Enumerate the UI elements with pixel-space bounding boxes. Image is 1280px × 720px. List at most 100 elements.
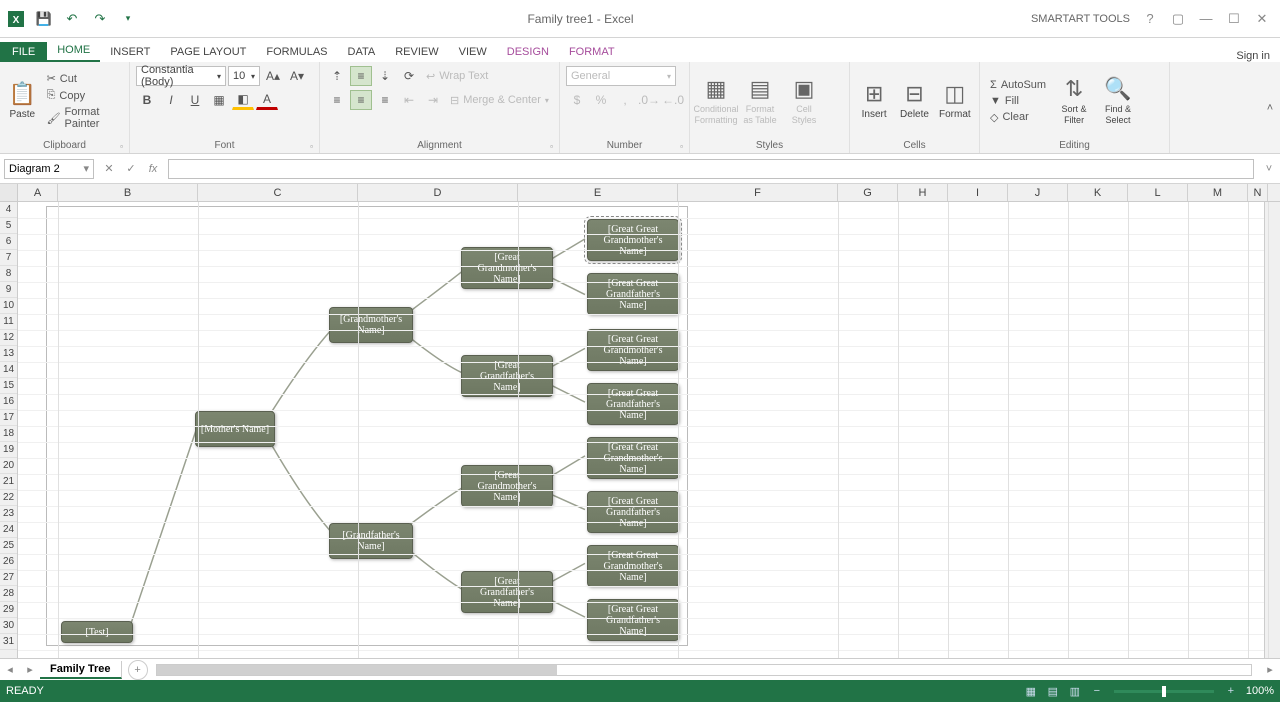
conditional-formatting-button[interactable]: ▦Conditional Formatting <box>696 76 736 126</box>
row-header-9[interactable]: 9 <box>0 282 17 298</box>
column-header-A[interactable]: A <box>18 184 58 201</box>
row-header-31[interactable]: 31 <box>0 634 17 650</box>
undo-icon[interactable]: ↶ <box>60 7 84 31</box>
zoom-level[interactable]: 100% <box>1246 685 1274 697</box>
sheet-nav-prev[interactable]: ◂ <box>0 663 20 676</box>
tab-format[interactable]: FORMAT <box>559 42 625 62</box>
row-header-6[interactable]: 6 <box>0 234 17 250</box>
bold-button[interactable]: B <box>136 90 158 110</box>
row-header-26[interactable]: 26 <box>0 554 17 570</box>
column-header-I[interactable]: I <box>948 184 1008 201</box>
fx-icon[interactable]: fx <box>142 158 164 180</box>
font-launcher-icon[interactable]: ▫ <box>310 142 313 151</box>
row-header-10[interactable]: 10 <box>0 298 17 314</box>
autosum-button[interactable]: ΣAutoSum <box>986 78 1050 92</box>
clipboard-launcher-icon[interactable]: ▫ <box>120 142 123 151</box>
column-header-C[interactable]: C <box>198 184 358 201</box>
page-break-view-button[interactable]: ▥ <box>1064 682 1086 700</box>
column-header-K[interactable]: K <box>1068 184 1128 201</box>
column-header-D[interactable]: D <box>358 184 518 201</box>
row-header-15[interactable]: 15 <box>0 378 17 394</box>
row-header-28[interactable]: 28 <box>0 586 17 602</box>
orientation-button[interactable]: ⟳ <box>398 66 420 86</box>
add-sheet-button[interactable]: + <box>128 660 148 680</box>
zoom-out-button[interactable]: − <box>1086 682 1108 700</box>
tree-node-gggf2[interactable]: [Great Great Grandfather's Name] <box>587 383 679 425</box>
tab-formulas[interactable]: FORMULAS <box>256 42 337 62</box>
tab-review[interactable]: REVIEW <box>385 42 448 62</box>
sheet-nav-next[interactable]: ▸ <box>20 663 40 676</box>
row-header-21[interactable]: 21 <box>0 474 17 490</box>
clear-button[interactable]: ◇Clear <box>986 110 1050 125</box>
find-select-button[interactable]: 🔍Find & Select <box>1098 76 1138 126</box>
column-header-L[interactable]: L <box>1128 184 1188 201</box>
column-header-N[interactable]: N <box>1248 184 1268 201</box>
collapse-ribbon-button[interactable]: ˄ <box>1260 62 1280 153</box>
confirm-edit-icon[interactable]: ✓ <box>120 158 142 180</box>
format-painter-button[interactable]: 🖌Format Painter <box>43 105 123 131</box>
select-all-button[interactable] <box>0 184 18 201</box>
column-header-M[interactable]: M <box>1188 184 1248 201</box>
row-header-11[interactable]: 11 <box>0 314 17 330</box>
row-header-27[interactable]: 27 <box>0 570 17 586</box>
row-header-25[interactable]: 25 <box>0 538 17 554</box>
alignment-launcher-icon[interactable]: ▫ <box>550 142 553 151</box>
row-header-7[interactable]: 7 <box>0 250 17 266</box>
row-header-24[interactable]: 24 <box>0 522 17 538</box>
percent-format-button[interactable]: % <box>590 90 612 110</box>
cell-styles-button[interactable]: ▣Cell Styles <box>784 76 824 126</box>
align-left-button[interactable]: ≡ <box>326 90 348 110</box>
align-bottom-button[interactable]: ⇣ <box>374 66 396 86</box>
comma-format-button[interactable]: , <box>614 90 636 110</box>
font-size-combo[interactable]: 10▾ <box>228 66 260 86</box>
tab-data[interactable]: DATA <box>338 42 386 62</box>
column-header-B[interactable]: B <box>58 184 198 201</box>
tree-node-test[interactable]: [Test] <box>61 621 133 643</box>
accounting-format-button[interactable]: $ <box>566 90 588 110</box>
font-name-combo[interactable]: Constantia (Body)▾ <box>136 66 226 86</box>
border-button[interactable]: ▦ <box>208 90 230 110</box>
minimize-icon[interactable]: — <box>1196 9 1216 29</box>
delete-cells-button[interactable]: ⊟Delete <box>896 81 932 121</box>
zoom-in-button[interactable]: + <box>1220 682 1242 700</box>
insert-cells-button[interactable]: ⊞Insert <box>856 81 892 121</box>
qat-customize-icon[interactable]: ▾ <box>116 7 140 31</box>
wrap-text-button[interactable]: ↩Wrap Text <box>422 69 492 84</box>
sign-in-link[interactable]: Sign in <box>1236 50 1280 62</box>
cut-button[interactable]: ✂Cut <box>43 71 123 86</box>
row-header-4[interactable]: 4 <box>0 202 17 218</box>
tab-home[interactable]: HOME <box>47 40 100 62</box>
decrease-font-icon[interactable]: A▾ <box>286 66 308 86</box>
row-header-30[interactable]: 30 <box>0 618 17 634</box>
font-color-button[interactable]: A <box>256 90 278 110</box>
row-header-5[interactable]: 5 <box>0 218 17 234</box>
tree-node-gggf1[interactable]: [Great Great Grandfather's Name] <box>587 273 679 315</box>
column-header-H[interactable]: H <box>898 184 948 201</box>
column-header-G[interactable]: G <box>838 184 898 201</box>
zoom-slider[interactable] <box>1114 690 1214 693</box>
merge-center-button[interactable]: ⊟Merge & Center▾ <box>446 93 553 108</box>
tab-insert[interactable]: INSERT <box>100 42 160 62</box>
normal-view-button[interactable]: ▦ <box>1020 682 1042 700</box>
increase-indent-button[interactable]: ⇥ <box>422 90 444 110</box>
help-icon[interactable]: ? <box>1140 9 1160 29</box>
decrease-decimal-button[interactable]: ←.0 <box>662 90 684 110</box>
row-header-20[interactable]: 20 <box>0 458 17 474</box>
name-box[interactable]: Diagram 2▾ <box>4 159 94 179</box>
fill-button[interactable]: ▼Fill <box>986 94 1050 108</box>
tab-pagelayout[interactable]: PAGE LAYOUT <box>160 42 256 62</box>
row-header-22[interactable]: 22 <box>0 490 17 506</box>
tree-node-gggm2[interactable]: [Great Great Grandmother's Name] <box>587 329 679 371</box>
tab-file[interactable]: FILE <box>0 42 47 62</box>
page-layout-view-button[interactable]: ▤ <box>1042 682 1064 700</box>
increase-font-icon[interactable]: A▴ <box>262 66 284 86</box>
namebox-dropdown-icon[interactable]: ▾ <box>83 162 89 175</box>
increase-decimal-button[interactable]: .0→ <box>638 90 660 110</box>
row-header-17[interactable]: 17 <box>0 410 17 426</box>
copy-button[interactable]: ⎘Copy <box>43 88 123 103</box>
hscroll-right[interactable]: ▸ <box>1260 663 1280 676</box>
maximize-icon[interactable]: ☐ <box>1224 9 1244 29</box>
vertical-scrollbar[interactable] <box>1264 202 1280 658</box>
tree-node-ggf2[interactable]: [Great Grandfather's Name] <box>461 571 553 613</box>
cancel-edit-icon[interactable]: ✕ <box>98 158 120 180</box>
